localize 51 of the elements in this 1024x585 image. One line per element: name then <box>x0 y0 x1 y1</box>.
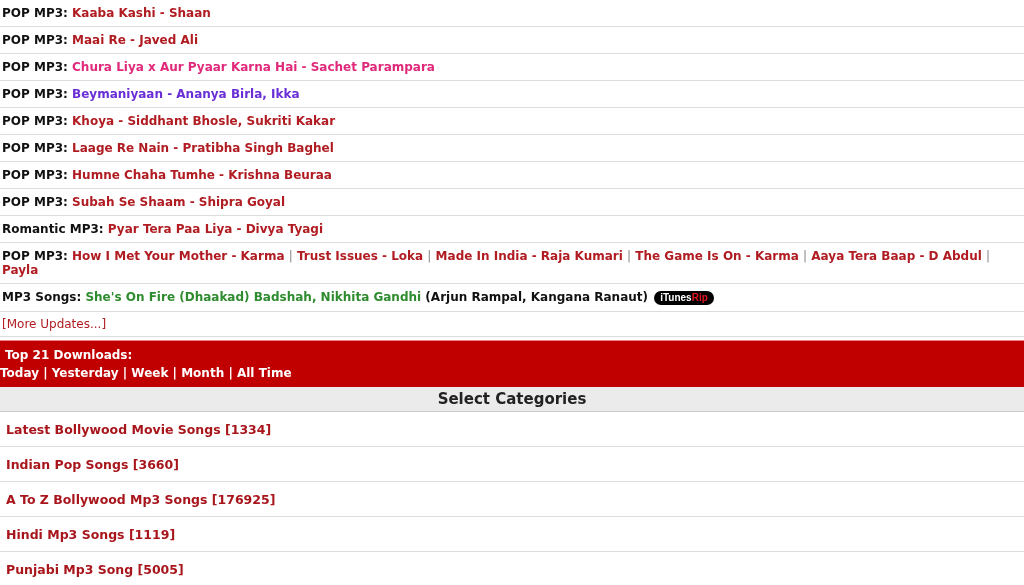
separator: | <box>172 365 177 380</box>
category-link[interactable]: Hindi Mp3 Songs [1119] <box>0 516 1024 552</box>
period-link[interactable]: Today <box>0 365 39 380</box>
separator: | <box>43 365 48 380</box>
song-link[interactable]: She's On Fire (Dhaakad) Badshah, Nikhita Gandhi <box>85 290 422 304</box>
category-link[interactable]: Punjabi Mp3 Song [5005] <box>0 551 1024 585</box>
section-heading: Select Categories <box>0 386 1024 412</box>
category-label: POP MP3: <box>2 141 68 155</box>
separator: | <box>427 249 432 263</box>
category-label: MP3 Songs: <box>2 290 82 304</box>
song-link[interactable]: Humne Chaha Tumhe - Krishna Beuraa <box>72 168 332 182</box>
song-link[interactable]: Chura Liya x Aur Pyaar Karna Hai - Sachet Parampara <box>72 60 435 74</box>
song-link[interactable]: Aaya Tera Baap - D Abdul <box>811 249 982 263</box>
song-link[interactable]: Laage Re Nain - Pratibha Singh Baghel <box>72 141 334 155</box>
period-link[interactable]: Month <box>181 365 225 380</box>
separator: | <box>986 249 991 263</box>
category-label: POP MP3: <box>2 168 68 182</box>
more-updates-link[interactable]: [More Updates...] <box>2 316 107 331</box>
category-label: POP MP3: <box>2 195 68 209</box>
song-link[interactable]: Pyar Tera Paa Liya - Divya Tyagi <box>107 222 324 236</box>
song-link[interactable]: Kaaba Kashi - Shaan <box>72 6 211 20</box>
song-link[interactable]: The Game Is On - Karma <box>635 249 799 263</box>
category-label: POP MP3: <box>2 60 68 74</box>
song-link[interactable]: How I Met Your Mother - Karma <box>72 249 285 263</box>
cast-note: (Arjun Rampal, Kangana Ranaut) <box>425 290 648 304</box>
song-link[interactable]: Beymaniyaan - Ananya Birla, Ikka <box>72 87 300 101</box>
separator: | <box>803 249 808 263</box>
category-label: Romantic MP3: <box>2 222 104 236</box>
song-link[interactable]: Made In India - Raja Kumari <box>435 249 623 263</box>
category-link[interactable]: Latest Bollywood Movie Songs [1334] <box>0 411 1024 447</box>
period-link[interactable]: All Time <box>236 365 292 380</box>
separator: | <box>122 365 128 380</box>
song-link[interactable]: Khoya - Siddhant Bhosle, Sukriti Kakar <box>72 114 336 128</box>
song-link[interactable]: Subah Se Shaam - Shipra Goyal <box>72 195 286 209</box>
separator: | <box>627 249 632 263</box>
song-link[interactable]: Trust Issues - Loka <box>296 249 424 263</box>
separator: | <box>228 365 233 380</box>
category-label: POP MP3: <box>2 114 68 128</box>
period-link[interactable]: Yesterday <box>51 365 119 380</box>
itunes-rip-badge: iTunesRip <box>654 290 714 305</box>
category-link[interactable]: Indian Pop Songs [3660] <box>0 446 1024 482</box>
separator: | <box>288 249 293 263</box>
category-label: POP MP3: <box>2 33 68 47</box>
song-link[interactable]: Payla <box>2 263 39 277</box>
category-label: POP MP3: <box>2 6 68 20</box>
category-label: POP MP3: <box>2 249 68 263</box>
period-link[interactable]: Week <box>131 365 169 380</box>
top-downloads-title: Top 21 Downloads: <box>4 346 134 364</box>
song-link[interactable]: Maai Re - Javed Ali <box>72 33 198 47</box>
category-link[interactable]: A To Z Bollywood Mp3 Songs [176925] <box>0 481 1024 517</box>
category-label: POP MP3: <box>2 87 68 101</box>
